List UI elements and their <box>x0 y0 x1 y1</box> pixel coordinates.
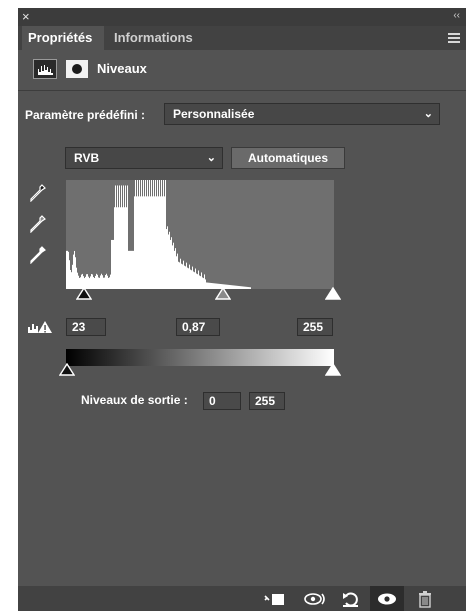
chevron-down-icon: ⌄ <box>206 152 216 164</box>
mask-icon[interactable] <box>66 60 88 78</box>
levels-histogram <box>66 180 334 289</box>
panel-menu-icon[interactable] <box>448 33 460 43</box>
gray-point-eyedropper-icon[interactable] <box>30 215 46 234</box>
close-panel-button[interactable]: × <box>22 8 30 26</box>
black-point-eyedropper-icon[interactable] <box>30 184 46 203</box>
trash-icon[interactable] <box>416 590 434 608</box>
chevron-down-icon: ⌄ <box>423 108 433 120</box>
tab-informations[interactable]: Informations <box>108 26 206 50</box>
reset-icon[interactable] <box>340 590 362 608</box>
properties-panel: × ‹‹ Propriétés Informations Niveaux Par… <box>18 8 466 611</box>
output-levels-label: Niveaux de sortie : <box>81 393 188 407</box>
histogram-plot <box>66 180 251 289</box>
preset-dropdown[interactable]: Personnalisée ⌄ <box>164 103 440 125</box>
collapse-panel-button[interactable]: ‹‹ <box>453 8 460 24</box>
panel-titlebar: × ‹‹ <box>18 8 466 26</box>
white-point-eyedropper-icon[interactable] <box>30 246 46 265</box>
preset-value: Personnalisée <box>173 107 255 121</box>
visibility-eye-icon[interactable] <box>370 586 404 611</box>
output-gradient-bar <box>66 349 334 366</box>
panel-tab-bar: Propriétés Informations <box>18 26 466 50</box>
tab-proprietes[interactable]: Propriétés <box>22 26 104 50</box>
clip-to-layer-icon[interactable] <box>263 590 287 608</box>
view-previous-state-icon[interactable] <box>302 590 328 608</box>
input-white-field[interactable]: 255 <box>297 318 333 336</box>
levels-histogram-icon[interactable] <box>33 59 57 79</box>
preset-label: Paramètre prédéfini : <box>25 108 146 122</box>
channel-value: RVB <box>74 151 100 165</box>
adjustment-header: Niveaux <box>18 50 466 91</box>
output-white-field[interactable]: 255 <box>249 392 285 410</box>
clipping-warning-icon[interactable] <box>25 319 53 335</box>
auto-button[interactable]: Automatiques <box>231 147 345 169</box>
output-black-field[interactable]: 0 <box>203 392 241 410</box>
input-black-field[interactable]: 23 <box>66 318 106 336</box>
channel-dropdown[interactable]: RVB ⌄ <box>65 147 223 169</box>
adjustment-title: Niveaux <box>97 61 147 76</box>
bottom-toolbar <box>18 586 466 611</box>
input-gamma-field[interactable]: 0,87 <box>176 318 220 336</box>
